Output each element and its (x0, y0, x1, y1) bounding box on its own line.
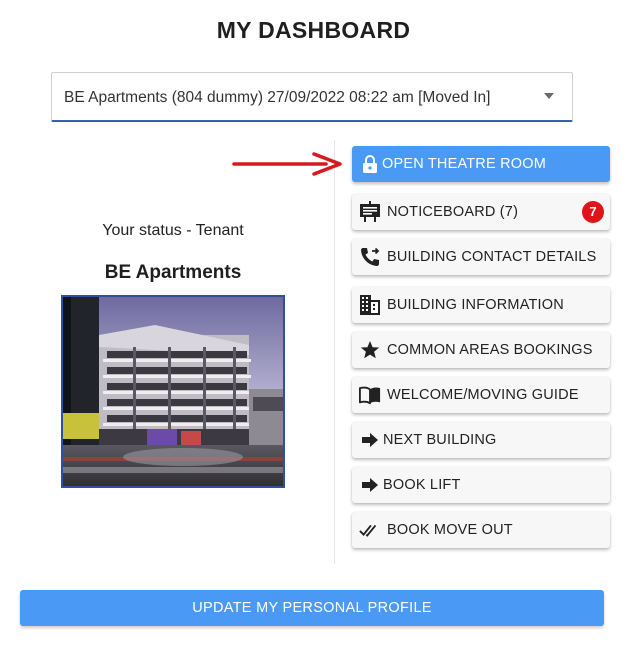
noticeboard-count-badge: 7 (582, 201, 604, 223)
next-building-button[interactable]: NEXT BUILDING (352, 422, 610, 458)
double-check-icon (359, 519, 381, 541)
noticeboard-label: NOTICEBOARD (7) (387, 204, 519, 220)
arrow-right-icon (359, 474, 381, 496)
noticeboard-button[interactable]: NOTICEBOARD (7) 7 (352, 194, 610, 230)
apartment-select[interactable]: BE Apartments (804 dummy) 27/09/2022 08:… (51, 72, 573, 122)
book-icon (359, 384, 381, 406)
building-name: BE Apartments (104, 262, 242, 283)
building-icon (359, 294, 381, 316)
open-theatre-room-label: OPEN THEATRE ROOM (382, 156, 546, 172)
arrow-right-icon (359, 429, 381, 451)
tenant-status: Your status - Tenant (102, 222, 244, 239)
star-icon (359, 339, 381, 361)
welcome-moving-guide-label: WELCOME/MOVING GUIDE (387, 387, 579, 403)
noticeboard-icon (359, 201, 381, 223)
open-theatre-room-button[interactable]: OPEN THEATRE ROOM (352, 146, 610, 182)
common-areas-bookings-button[interactable]: COMMON AREAS BOOKINGS (352, 332, 610, 368)
phone-transfer-icon (359, 246, 381, 268)
apartment-select-value: BE Apartments (804 dummy) 27/09/2022 08:… (64, 89, 491, 106)
welcome-moving-guide-button[interactable]: WELCOME/MOVING GUIDE (352, 377, 610, 413)
building-information-label: BUILDING INFORMATION (387, 297, 564, 313)
lock-icon (359, 153, 381, 175)
page-title: MY DASHBOARD (216, 17, 411, 43)
book-move-out-label: BOOK MOVE OUT (387, 522, 513, 538)
chevron-down-icon[interactable] (544, 93, 554, 99)
book-move-out-button[interactable]: BOOK MOVE OUT (352, 512, 610, 548)
column-divider (334, 140, 335, 564)
building-photo (61, 295, 285, 488)
annotation-arrow-icon (232, 152, 342, 176)
common-areas-bookings-label: COMMON AREAS BOOKINGS (387, 342, 593, 358)
update-profile-button[interactable]: UPDATE MY PERSONAL PROFILE (20, 590, 604, 626)
book-lift-button[interactable]: BOOK LIFT (352, 467, 610, 503)
building-information-button[interactable]: BUILDING INFORMATION (352, 287, 610, 323)
building-contact-details-button[interactable]: BUILDING CONTACT DETAILS (352, 239, 610, 275)
next-building-label: NEXT BUILDING (383, 432, 497, 448)
building-contact-details-label: BUILDING CONTACT DETAILS (387, 249, 597, 265)
book-lift-label: BOOK LIFT (383, 477, 461, 493)
